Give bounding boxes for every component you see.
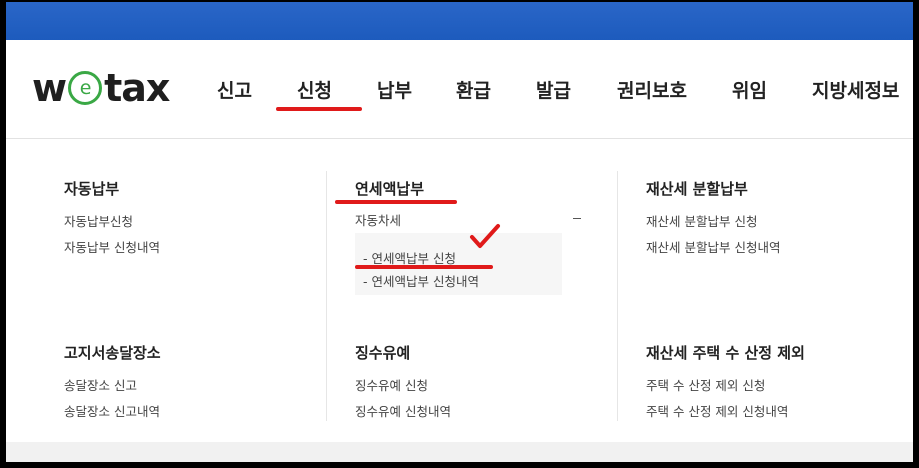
column-divider xyxy=(326,171,327,421)
link-auto-payment-history[interactable]: 자동납부 신청내역 xyxy=(64,237,160,256)
column-divider xyxy=(617,171,618,421)
logo-text-w: w xyxy=(32,66,67,110)
logo-e-circle-icon: e xyxy=(68,71,103,105)
collapse-toggle-icon[interactable] xyxy=(573,218,581,219)
apply-mega-menu: 자동납부 자동납부신청 자동납부 신청내역 고지서송달장소 송달장소 신고 송달… xyxy=(6,139,913,442)
nav-item-delegation[interactable]: 위임 xyxy=(732,76,767,103)
wetax-logo[interactable]: w e tax xyxy=(32,66,170,110)
link-annual-tax-history[interactable]: - 연세액납부 신청내역 xyxy=(363,271,479,290)
nav-item-report[interactable]: 신고 xyxy=(217,76,252,103)
nav-item-apply[interactable]: 신청 xyxy=(297,76,332,103)
link-car-tax[interactable]: 자동차세 xyxy=(355,210,401,229)
nav-item-pay[interactable]: 납부 xyxy=(377,76,412,103)
annotation-underline-annual-tax xyxy=(335,200,457,204)
logo-text-tax: tax xyxy=(104,66,170,110)
group-title-installment: 재산세 분할납부 xyxy=(646,180,748,198)
link-installment-history[interactable]: 재산세 분할납부 신청내역 xyxy=(646,237,780,256)
group-title-auto-payment: 자동납부 xyxy=(64,180,120,198)
link-notice-address-report[interactable]: 송달장소 신고 xyxy=(64,375,137,394)
link-deferral-apply[interactable]: 징수유예 신청 xyxy=(355,375,428,394)
nav-item-issue[interactable]: 발급 xyxy=(536,76,571,103)
link-house-exclusion-apply[interactable]: 주택 수 산정 제외 신청 xyxy=(646,375,765,394)
browser-viewport: w e tax 신고 신청 납부 환급 발급 권리보호 위임 지방세정보 자동납부 … xyxy=(6,2,913,462)
link-deferral-history[interactable]: 징수유예 신청내역 xyxy=(355,401,451,420)
link-auto-payment-apply[interactable]: 자동납부신청 xyxy=(64,211,133,230)
annotation-underline-apply xyxy=(276,107,362,111)
group-title-deferral: 징수유예 xyxy=(355,344,411,362)
annotation-checkmark-icon xyxy=(470,224,500,248)
nav-item-local-tax-info[interactable]: 지방세정보 xyxy=(812,76,899,103)
nav-item-rights[interactable]: 권리보호 xyxy=(617,76,687,103)
link-installment-apply[interactable]: 재산세 분할납부 신청 xyxy=(646,211,757,230)
group-title-annual-tax: 연세액납부 xyxy=(355,180,425,198)
link-house-exclusion-history[interactable]: 주택 수 산정 제외 신청내역 xyxy=(646,401,788,420)
group-title-house-exclusion: 재산세 주택 수 산정 제외 xyxy=(646,344,805,362)
link-notice-address-history[interactable]: 송달장소 신고내역 xyxy=(64,401,160,420)
top-bar xyxy=(6,2,913,40)
annotation-underline-annual-tax-apply xyxy=(355,265,493,269)
nav-item-refund[interactable]: 환급 xyxy=(456,76,491,103)
site-header: w e tax 신고 신청 납부 환급 발급 권리보호 위임 지방세정보 xyxy=(6,40,913,139)
group-title-notice-address: 고지서송달장소 xyxy=(64,344,161,362)
page-background-strip xyxy=(6,442,913,462)
